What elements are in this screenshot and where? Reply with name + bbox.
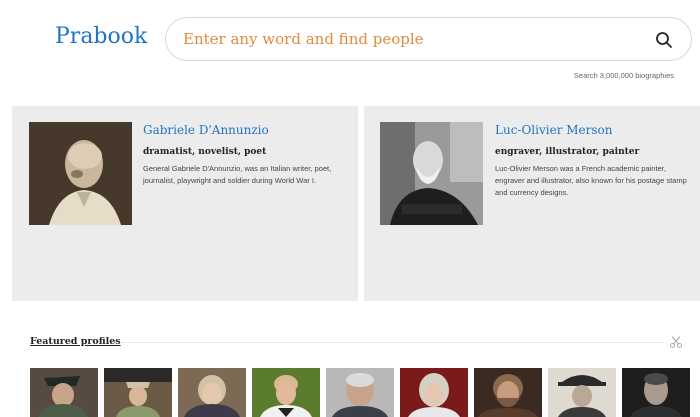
logo[interactable]: Prabook [55, 24, 147, 49]
profile-professions: engraver, illustrator, painter [495, 147, 640, 157]
profile-portrait[interactable] [380, 122, 483, 225]
featured-profile-thumb[interactable] [326, 368, 394, 417]
featured-profile-thumb[interactable] [622, 368, 690, 417]
divider [115, 342, 663, 343]
profile-card[interactable]: Luc-Olivier Merson engraver, illustrator… [364, 106, 700, 301]
featured-profile-thumb[interactable] [178, 368, 246, 417]
featured-profile-thumb[interactable] [400, 368, 468, 417]
featured-profile-thumb[interactable] [252, 368, 320, 417]
search-hint: Search 3,000,000 biographies [573, 71, 674, 80]
profile-card[interactable]: Gabriele D'Annunzio dramatist, novelist,… [12, 106, 358, 301]
featured-profile-thumb[interactable] [548, 368, 616, 417]
featured-profile-thumb[interactable] [104, 368, 172, 417]
profile-name[interactable]: Luc-Olivier Merson [495, 123, 613, 137]
profile-name[interactable]: Gabriele D'Annunzio [143, 123, 269, 137]
profile-description: Luc-Olivier Merson was a French academic… [495, 164, 687, 197]
profile-portrait[interactable] [29, 122, 132, 225]
profile-professions: dramatist, novelist, poet [143, 147, 267, 157]
featured-profile-thumb[interactable] [474, 368, 542, 417]
profile-description: General Gabriele D'Annunzio, was an Ital… [143, 164, 332, 185]
search-icon[interactable] [655, 31, 673, 49]
featured-profiles-strip [30, 368, 700, 417]
search-input[interactable] [183, 28, 623, 50]
search-bar [165, 17, 692, 61]
scissors-icon [670, 336, 682, 348]
featured-profile-thumb[interactable] [30, 368, 98, 417]
featured-profiles-title[interactable]: Featured profiles [30, 336, 121, 347]
